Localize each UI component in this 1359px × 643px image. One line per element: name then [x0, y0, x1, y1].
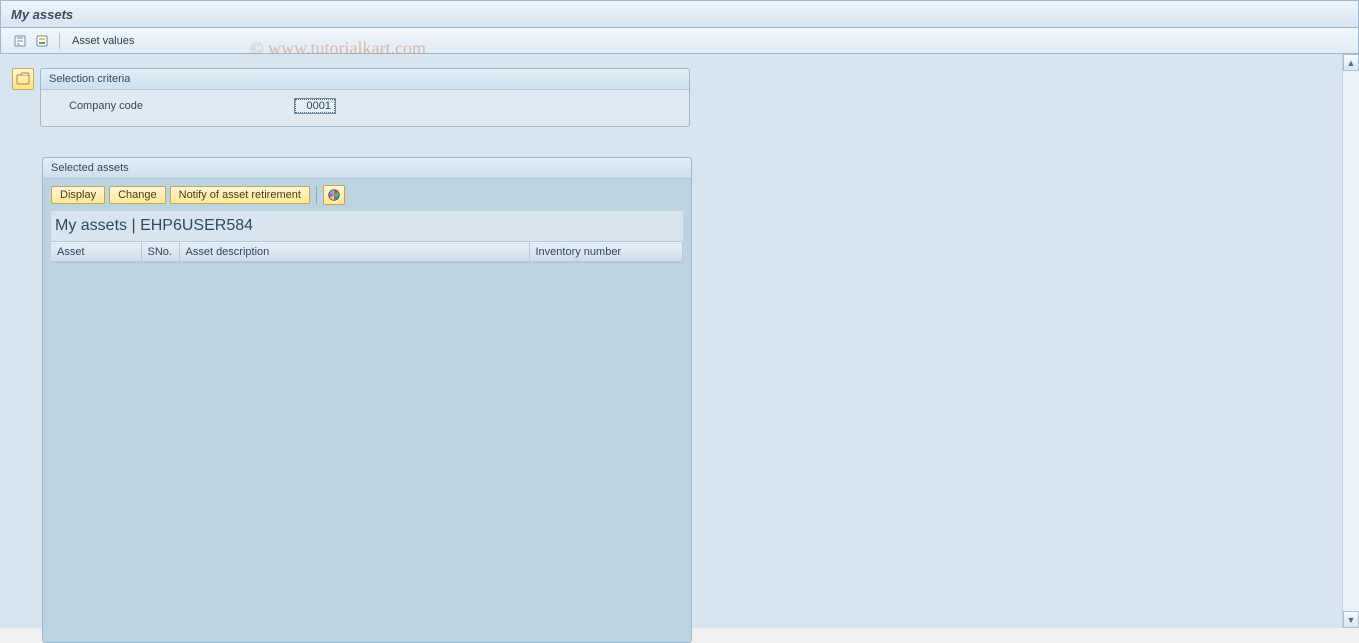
scroll-up-button[interactable]: ▲ — [1343, 54, 1359, 71]
selection-criteria-body: Company code — [41, 90, 689, 126]
expand-tree-icon[interactable] — [12, 68, 34, 90]
selection-criteria-header: Selection criteria — [41, 69, 689, 90]
app-toolbar: Asset values — [0, 28, 1359, 54]
notify-retirement-button[interactable]: Notify of asset retirement — [170, 186, 310, 204]
assets-table: Asset SNo. Asset description Inventory n… — [51, 242, 683, 262]
col-inventory[interactable]: Inventory number — [529, 243, 683, 262]
scroll-down-button[interactable]: ▼ — [1343, 611, 1359, 628]
table-empty-area — [51, 262, 683, 642]
col-description[interactable]: Asset description — [179, 243, 529, 262]
selected-assets-body: Display Change Notify of asset retiremen… — [43, 179, 691, 642]
execute-icon[interactable] — [11, 32, 29, 50]
overview-icon[interactable] — [33, 32, 51, 50]
vertical-scrollbar[interactable]: ▲ ▼ — [1342, 54, 1359, 628]
button-separator — [316, 186, 317, 204]
selected-assets-header: Selected assets — [43, 158, 691, 179]
toolbar-separator — [59, 33, 60, 49]
company-code-field[interactable] — [294, 98, 336, 114]
content-area: Selection criteria Company code Selected… — [0, 54, 1359, 628]
selection-row: Selection criteria Company code — [12, 68, 1349, 127]
table-header-row: Asset SNo. Asset description Inventory n… — [51, 243, 683, 262]
choose-layout-button[interactable] — [323, 185, 345, 205]
company-code-label: Company code — [69, 100, 294, 112]
selection-criteria-group: Selection criteria Company code — [40, 68, 690, 127]
asset-values-link[interactable]: Asset values — [68, 35, 138, 47]
page-title: My assets — [11, 7, 73, 22]
col-sno[interactable]: SNo. — [141, 243, 179, 262]
col-asset[interactable]: Asset — [51, 243, 141, 262]
button-row: Display Change Notify of asset retiremen… — [51, 185, 683, 205]
change-button[interactable]: Change — [109, 186, 166, 204]
selected-assets-panel: Selected assets Display Change Notify of… — [42, 157, 692, 643]
display-button[interactable]: Display — [51, 186, 105, 204]
scroll-track[interactable] — [1343, 71, 1359, 611]
title-bar: My assets — [0, 0, 1359, 28]
grid-title: My assets | EHP6USER584 — [51, 211, 683, 242]
